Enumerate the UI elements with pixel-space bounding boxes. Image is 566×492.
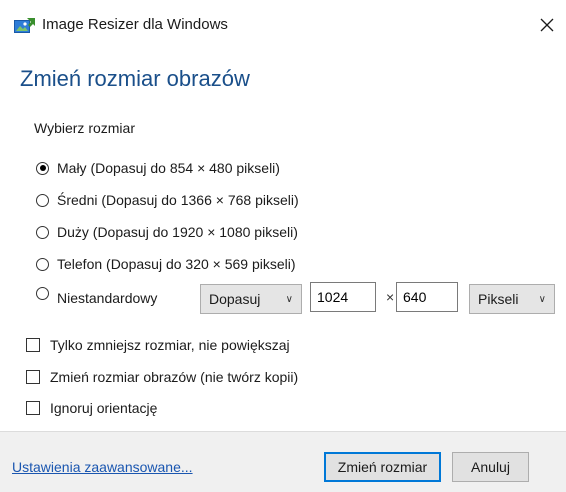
size-option-small[interactable]: Mały (Dopasuj do 854 × 480 pikseli)	[36, 157, 280, 179]
size-option-custom[interactable]: Niestandardowy	[36, 286, 158, 309]
chevron-down-icon: ∨	[285, 293, 293, 305]
page-title: Zmień rozmiar obrazów	[20, 66, 250, 91]
chevron-down-icon: ∨	[538, 293, 546, 305]
cancel-button[interactable]: Anuluj	[452, 452, 529, 482]
close-icon	[540, 18, 554, 32]
size-section-label: Wybierz rozmiar	[34, 120, 135, 136]
advanced-settings-link[interactable]: Ustawienia zaawansowane...	[12, 459, 193, 475]
option-shrink-only[interactable]: Tylko zmniejsz rozmiar, nie powiększaj	[26, 334, 290, 356]
option-label: Ignoruj orientację	[50, 400, 158, 416]
option-label: Zmień rozmiar obrazów (nie twórz kopii)	[50, 369, 299, 385]
radio-small[interactable]	[36, 161, 49, 175]
image-resizer-icon	[14, 18, 36, 34]
window-title: Image Resizer dla Windows	[42, 16, 228, 33]
size-option-large[interactable]: Duży (Dopasuj do 1920 × 1080 pikseli)	[36, 221, 298, 243]
times-sign: ×	[386, 289, 395, 305]
resize-button[interactable]: Zmień rozmiar	[324, 452, 441, 482]
option-ignore-orientation[interactable]: Ignoruj orientację	[26, 397, 157, 419]
radio-large[interactable]	[36, 225, 49, 239]
checkbox-shrink-only[interactable]	[26, 338, 40, 352]
height-input[interactable]	[396, 282, 458, 312]
size-option-phone[interactable]: Telefon (Dopasuj do 320 × 569 pikseli)	[36, 253, 296, 275]
radio-medium[interactable]	[36, 193, 49, 207]
fit-mode-value: Dopasuj	[209, 291, 261, 307]
custom-label: Niestandardowy	[57, 290, 158, 306]
checkbox-ignore-orientation[interactable]	[26, 401, 40, 415]
radio-phone[interactable]	[36, 257, 49, 271]
size-option-label: Duży (Dopasuj do 1920 × 1080 pikseli)	[57, 224, 298, 240]
option-label: Tylko zmniejsz rozmiar, nie powiększaj	[50, 337, 290, 353]
unit-value: Pikseli	[478, 291, 519, 307]
size-option-label: Telefon (Dopasuj do 320 × 569 pikseli)	[57, 256, 296, 272]
size-option-label: Średni (Dopasuj do 1366 × 768 pikseli)	[57, 192, 299, 208]
radio-custom[interactable]	[36, 286, 49, 300]
size-option-label: Mały (Dopasuj do 854 × 480 pikseli)	[57, 160, 280, 176]
close-button[interactable]	[532, 10, 562, 40]
option-replace-originals[interactable]: Zmień rozmiar obrazów (nie twórz kopii)	[26, 366, 298, 388]
checkbox-replace-originals[interactable]	[26, 370, 40, 384]
unit-dropdown[interactable]: Pikseli ∨	[469, 284, 555, 314]
title-bar: Image Resizer dla Windows	[0, 0, 566, 44]
fit-mode-dropdown[interactable]: Dopasuj ∨	[200, 284, 302, 314]
width-input[interactable]	[310, 282, 376, 312]
size-option-medium[interactable]: Średni (Dopasuj do 1366 × 768 pikseli)	[36, 189, 299, 211]
